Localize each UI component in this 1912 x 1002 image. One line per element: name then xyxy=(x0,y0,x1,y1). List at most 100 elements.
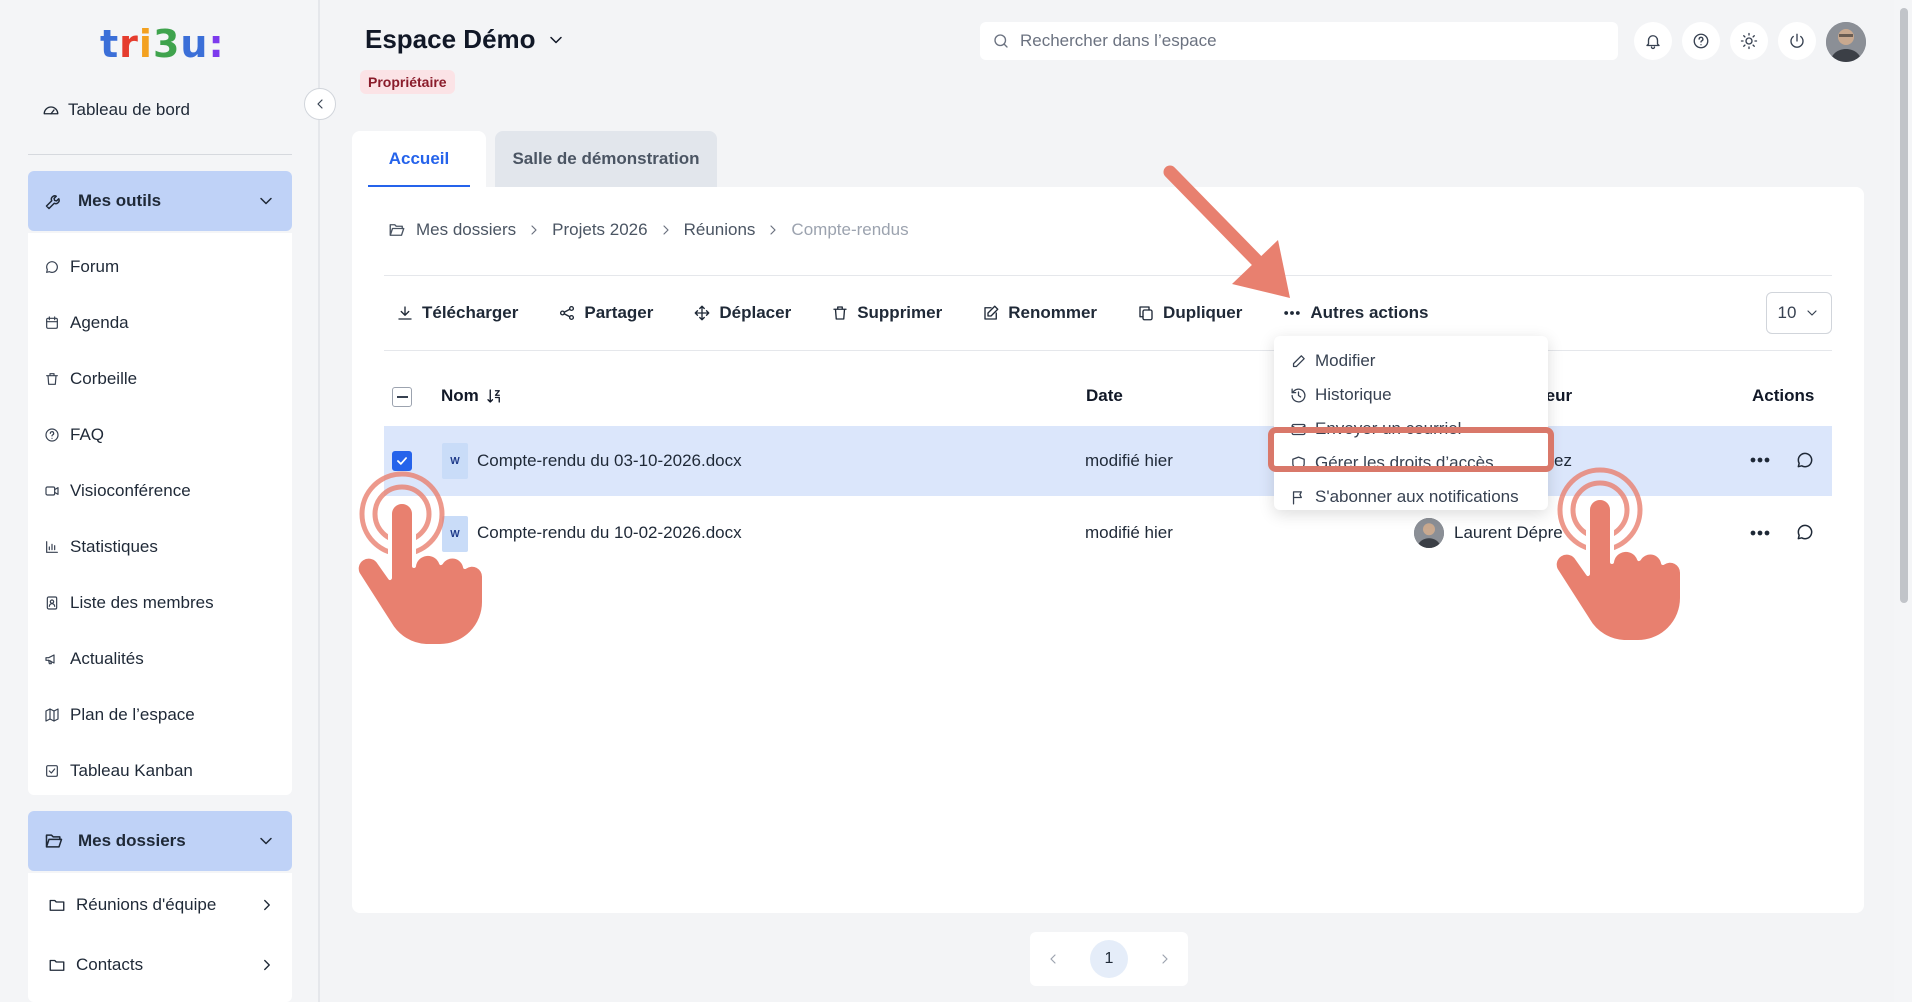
sidebar: tri3u: Tableau de bord Mes outils Forum … xyxy=(0,0,320,1002)
map-icon xyxy=(44,707,60,723)
breadcrumb: Mes dossiers Projets 2026 Réunions Compt… xyxy=(388,220,909,240)
chevron-down-icon xyxy=(1804,305,1820,321)
previous-page-button[interactable] xyxy=(1045,951,1061,967)
delete-button[interactable]: Supprimer xyxy=(831,303,942,323)
pagination: 1 xyxy=(1030,932,1188,986)
chevron-right-icon xyxy=(765,222,781,238)
word-file-icon: W xyxy=(442,443,468,479)
breadcrumb-current: Compte-rendus xyxy=(791,220,909,239)
sidebar-divider xyxy=(28,154,292,155)
search-input[interactable] xyxy=(1020,31,1606,51)
row-more-actions-button[interactable] xyxy=(1748,448,1772,472)
bell-icon xyxy=(1644,32,1662,50)
page-number-current[interactable]: 1 xyxy=(1089,940,1128,978)
comment-button[interactable] xyxy=(1795,450,1815,470)
folder-open-icon xyxy=(44,831,64,851)
check-icon xyxy=(395,454,409,468)
gauge-icon xyxy=(42,101,60,119)
more-actions-button[interactable]: Autres actions xyxy=(1282,303,1428,323)
search-icon xyxy=(992,32,1010,50)
move-button[interactable]: Déplacer xyxy=(693,303,791,323)
chevron-right-icon xyxy=(258,956,276,974)
breadcrumb-item[interactable]: Mes dossiers xyxy=(416,220,516,240)
logout-button[interactable] xyxy=(1778,22,1816,60)
breadcrumb-item[interactable]: Projets 2026 xyxy=(552,220,647,240)
word-file-icon: W xyxy=(442,516,468,552)
help-button[interactable] xyxy=(1682,22,1720,60)
download-icon xyxy=(396,304,414,322)
video-icon xyxy=(44,483,60,499)
folders-group-header[interactable]: Mes dossiers xyxy=(28,811,292,871)
more-actions-menu: Modifier Historique Envoyer un courriel … xyxy=(1274,336,1548,510)
kanban-icon xyxy=(44,763,60,779)
folders-group-title: Mes dossiers xyxy=(78,831,186,850)
notifications-button[interactable] xyxy=(1634,22,1672,60)
sidebar-item-trash[interactable]: Corbeille xyxy=(28,351,292,407)
folder-item[interactable]: Contacts xyxy=(28,935,292,995)
chevron-down-icon xyxy=(256,831,276,851)
sidebar-item-agenda[interactable]: Agenda xyxy=(28,295,292,351)
tools-group-list: Forum Agenda Corbeille FAQ Visioconféren… xyxy=(28,233,292,795)
column-header-actions: Actions xyxy=(1752,386,1815,405)
indeterminate-mark xyxy=(396,396,408,398)
per-page-select[interactable]: 10 xyxy=(1766,292,1832,334)
tools-group-title: Mes outils xyxy=(78,191,162,210)
file-name[interactable]: Compte-rendu du 10-02-2026.docx xyxy=(477,523,742,543)
page-title: Espace Démo xyxy=(365,24,536,54)
help-icon xyxy=(44,427,60,443)
members-icon xyxy=(44,595,60,611)
tab-accueil[interactable]: Accueil xyxy=(352,131,486,187)
column-header-date[interactable]: Date xyxy=(1086,386,1123,406)
pencil-icon xyxy=(1290,353,1307,370)
comment-icon xyxy=(1795,522,1815,542)
sidebar-item-map[interactable]: Plan de l’espace xyxy=(28,687,292,743)
role-badge: Propriétaire xyxy=(360,70,455,94)
duplicate-button[interactable]: Dupliquer xyxy=(1137,303,1242,323)
file-name[interactable]: Compte-rendu du 03-10-2026.docx xyxy=(477,451,742,471)
select-all-checkbox[interactable] xyxy=(392,387,412,407)
divider xyxy=(384,275,1832,276)
rename-button[interactable]: Renommer xyxy=(982,303,1097,323)
menu-item-abonner-notifications[interactable]: S'abonner aux notifications xyxy=(1274,480,1548,514)
sidebar-item-faq[interactable]: FAQ xyxy=(28,407,292,463)
divider xyxy=(384,350,1832,351)
search-bar[interactable] xyxy=(980,22,1618,60)
next-page-button[interactable] xyxy=(1157,951,1173,967)
chevron-left-icon xyxy=(312,96,328,112)
edit-icon xyxy=(982,304,1000,322)
help-icon xyxy=(1692,32,1710,50)
space-selector[interactable]: Espace Démo xyxy=(365,24,566,55)
folders-group-list: Réunions d'équipe Contacts xyxy=(28,873,292,1002)
tools-group-header[interactable]: Mes outils xyxy=(28,171,292,231)
share-button[interactable]: Partager xyxy=(558,303,653,323)
page-scrollbar-thumb[interactable] xyxy=(1900,8,1908,603)
sidebar-item-forum[interactable]: Forum xyxy=(28,239,292,295)
sidebar-item-kanban[interactable]: Tableau Kanban xyxy=(28,743,292,799)
row-checkbox[interactable] xyxy=(392,451,412,471)
column-header-name[interactable]: Nom xyxy=(441,386,503,406)
sidebar-item-dashboard[interactable]: Tableau de bord xyxy=(42,100,190,120)
chevron-right-icon xyxy=(526,222,542,238)
collapse-sidebar-button[interactable] xyxy=(304,88,336,120)
download-button[interactable]: Télécharger xyxy=(396,303,518,323)
chevron-down-icon xyxy=(256,191,276,211)
folder-item[interactable]: Réunions d'équipe xyxy=(28,875,292,935)
sidebar-item-stats[interactable]: Statistiques xyxy=(28,519,292,575)
sidebar-item-members[interactable]: Liste des membres xyxy=(28,575,292,631)
chart-icon xyxy=(44,539,60,555)
user-avatar[interactable] xyxy=(1826,22,1866,62)
tribu-logo[interactable]: tri3u: xyxy=(100,22,225,66)
menu-item-modifier[interactable]: Modifier xyxy=(1274,344,1548,378)
comment-button[interactable] xyxy=(1795,522,1815,542)
sidebar-item-news[interactable]: Actualités xyxy=(28,631,292,687)
sidebar-item-video[interactable]: Visioconférence xyxy=(28,463,292,519)
folder-icon xyxy=(48,956,66,974)
menu-item-historique[interactable]: Historique xyxy=(1274,378,1548,412)
row-more-actions-button[interactable] xyxy=(1748,521,1772,545)
toolbar: Télécharger Partager Déplacer Supprimer … xyxy=(396,300,1468,326)
theme-toggle-button[interactable] xyxy=(1730,22,1768,60)
trash-icon xyxy=(831,304,849,322)
history-icon xyxy=(1290,387,1307,404)
breadcrumb-item[interactable]: Réunions xyxy=(684,220,756,240)
tab-salle-demonstration[interactable]: Salle de démonstration xyxy=(495,131,717,187)
